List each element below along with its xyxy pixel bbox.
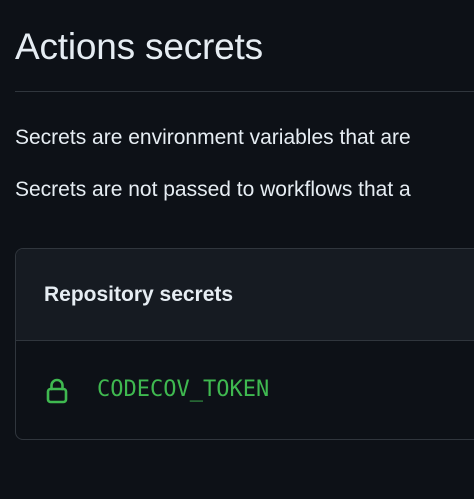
secret-name[interactable]: CODECOV_TOKEN — [97, 377, 269, 402]
repository-secrets-title: Repository secrets — [44, 283, 234, 306]
description-line-1: Secrets are environment variables that a… — [15, 126, 411, 149]
description-line-2: Secrets are not passed to workflows that… — [15, 178, 411, 201]
title-divider — [15, 91, 474, 92]
page-title: Actions secrets — [15, 26, 263, 67]
repository-secrets-header: Repository secrets — [16, 249, 474, 341]
secret-row[interactable]: CODECOV_TOKEN — [16, 341, 474, 440]
lock-icon — [46, 378, 68, 404]
repository-secrets-panel: Repository secrets CODECOV_TOKEN — [15, 248, 474, 440]
